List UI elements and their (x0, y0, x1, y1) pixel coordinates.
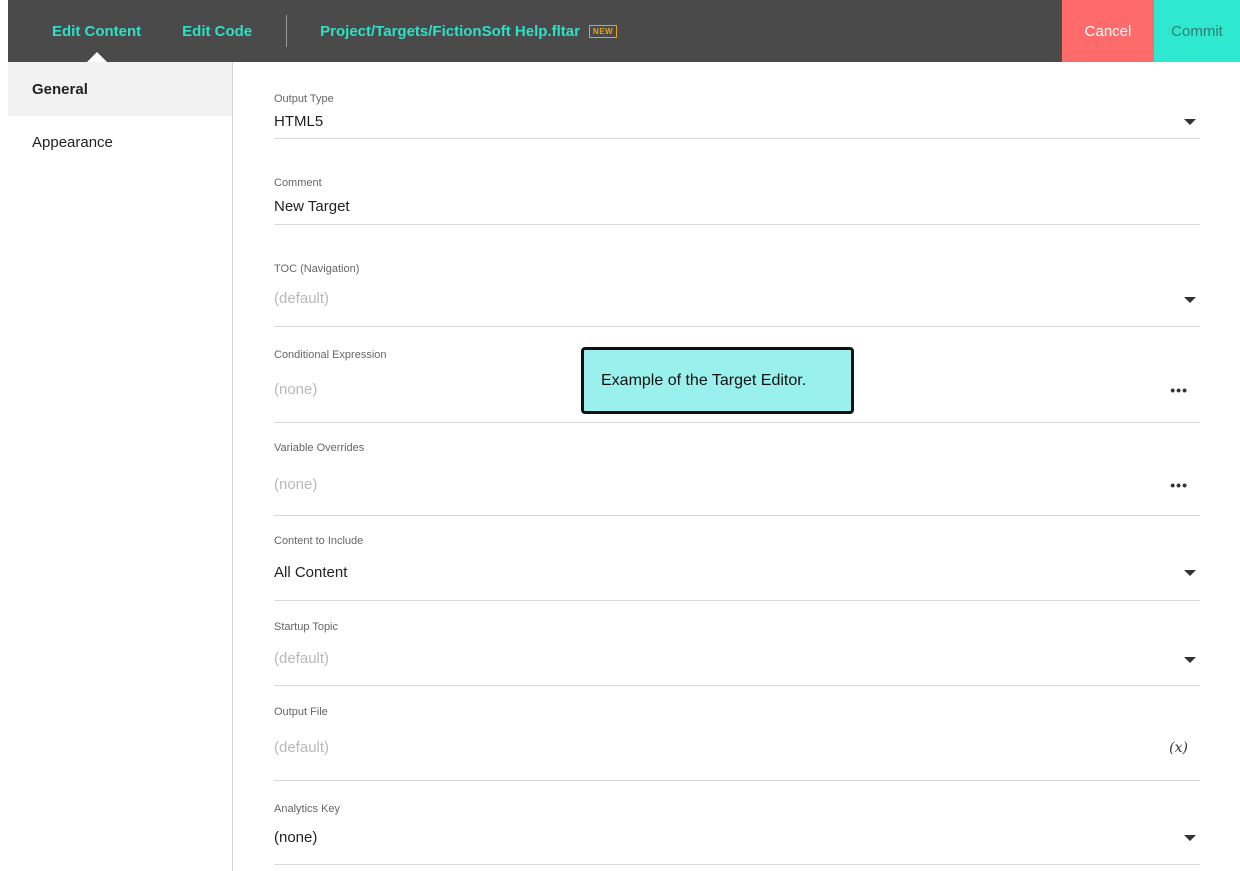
field-label: Analytics Key (274, 803, 341, 815)
field-label: Conditional Expression (274, 349, 387, 361)
analytics-key-value[interactable]: (none) (274, 829, 317, 846)
field-label: Output Type (274, 93, 334, 105)
content-to-include-value[interactable]: All Content (274, 564, 347, 581)
output-file-field[interactable]: Output File (default) (x) (274, 686, 1200, 781)
chevron-down-icon[interactable] (1184, 119, 1196, 125)
content-to-include-field[interactable]: Content to Include All Content (274, 516, 1200, 601)
file-path: Project/Targets/FictionSoft Help.fltar (320, 22, 580, 40)
tab-edit-content-label: Edit Content (52, 22, 142, 40)
tab-edit-content[interactable]: Edit Content (52, 0, 141, 62)
sidebar: General Appearance (8, 62, 233, 871)
comment-input[interactable]: New Target (274, 198, 350, 215)
cancel-button[interactable]: Cancel (1062, 0, 1154, 62)
toolbar-divider (286, 15, 288, 47)
comment-field[interactable]: Comment New Target (274, 139, 1200, 225)
chevron-down-icon[interactable] (1184, 570, 1196, 576)
field-label: Startup Topic (274, 621, 339, 633)
field-label: TOC (Navigation) (274, 263, 360, 275)
chevron-down-icon[interactable] (1184, 297, 1196, 303)
more-options-icon[interactable]: ••• (1170, 382, 1188, 398)
output-file-value[interactable]: (default) (274, 739, 329, 756)
variable-icon[interactable]: (x) (1169, 740, 1188, 756)
variable-overrides-field[interactable]: Variable Overrides (none) ••• (274, 423, 1200, 516)
commit-button[interactable]: Commit (1154, 0, 1240, 62)
tab-edit-code[interactable]: Edit Code (182, 0, 252, 62)
toc-navigation-value[interactable]: (default) (274, 290, 329, 307)
annotation-callout: Example of the Target Editor. (581, 347, 854, 414)
sidebar-item-general[interactable]: General (8, 62, 232, 116)
toc-navigation-field[interactable]: TOC (Navigation) (default) (274, 225, 1200, 327)
field-label: Content to Include (274, 535, 364, 547)
output-type-field[interactable]: Output Type HTML5 (274, 62, 1200, 139)
sidebar-item-label: General (32, 80, 88, 98)
field-label: Output File (274, 706, 328, 718)
output-type-value[interactable]: HTML5 (274, 113, 323, 130)
top-toolbar: Edit Content Edit Code Project/Targets/F… (8, 0, 1240, 62)
startup-topic-field[interactable]: Startup Topic (default) (274, 601, 1200, 686)
analytics-key-field[interactable]: Analytics Key (none) (274, 781, 1200, 865)
startup-topic-value[interactable]: (default) (274, 650, 329, 667)
new-badge: NEW (588, 24, 618, 38)
conditional-expression-value[interactable]: (none) (274, 381, 317, 398)
tab-edit-code-label: Edit Code (182, 22, 253, 40)
active-tab-indicator (86, 52, 107, 62)
sidebar-item-label: Appearance (32, 134, 113, 151)
sidebar-item-appearance[interactable]: Appearance (8, 116, 232, 169)
more-options-icon[interactable]: ••• (1170, 477, 1188, 493)
field-label: Variable Overrides (274, 442, 365, 454)
callout-text: Example of the Target Editor. (601, 371, 807, 389)
settings-form: Output Type HTML5 Comment New Target TOC… (274, 62, 1200, 865)
field-label: Comment (274, 177, 322, 189)
variable-overrides-value[interactable]: (none) (274, 476, 317, 493)
chevron-down-icon[interactable] (1184, 657, 1196, 663)
chevron-down-icon[interactable] (1184, 835, 1196, 841)
